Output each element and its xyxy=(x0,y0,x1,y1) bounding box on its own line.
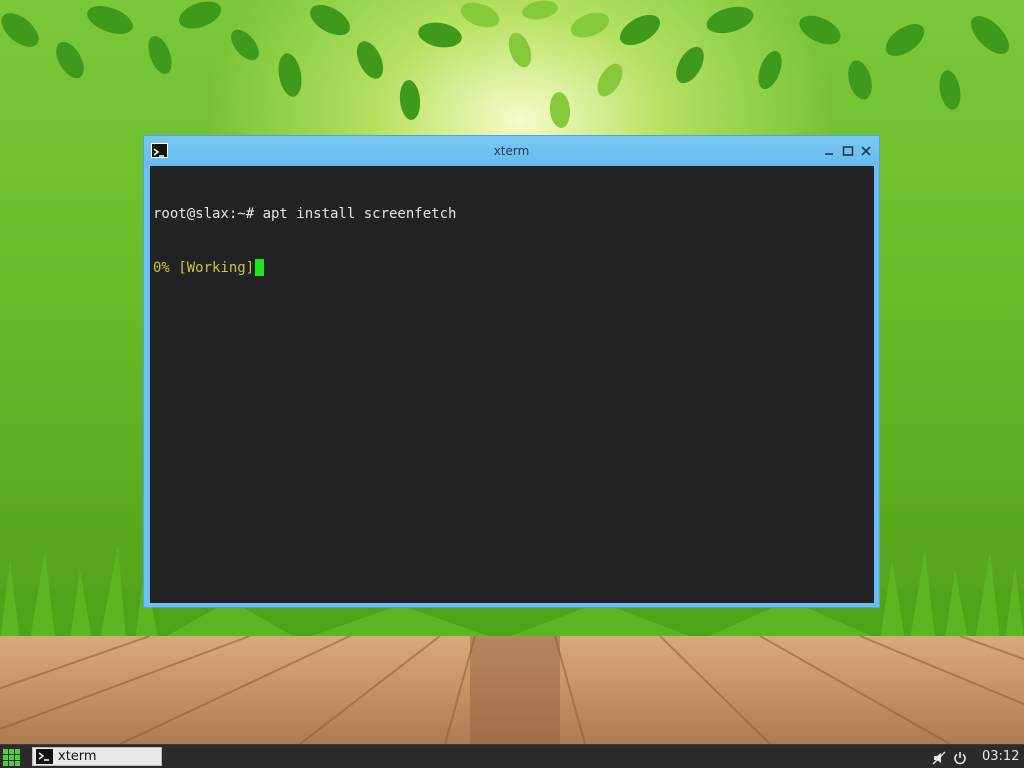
minimize-icon[interactable] xyxy=(822,143,836,157)
maximize-icon[interactable] xyxy=(841,143,855,157)
terminal-command-line: root@slax:~# apt install screenfetch xyxy=(153,206,457,222)
terminal-icon xyxy=(36,749,53,764)
taskbar-item-xterm[interactable]: xterm xyxy=(32,747,162,766)
window-title: xterm xyxy=(493,144,530,158)
mute-icon[interactable] xyxy=(932,750,946,765)
taskbar-item-label: xterm xyxy=(58,749,97,764)
leaves-decoration xyxy=(1,0,1009,128)
taskbar: xterm 03:12 xyxy=(0,744,1024,768)
power-icon[interactable] xyxy=(953,750,967,765)
xterm-window[interactable]: xterm root@slax:~# apt install screenfet… xyxy=(143,135,880,608)
grid-menu-icon[interactable] xyxy=(3,749,20,766)
terminal-area[interactable]: root@slax:~# apt install screenfetch 0% … xyxy=(150,166,874,603)
window-titlebar[interactable]: xterm xyxy=(144,136,879,166)
close-icon[interactable] xyxy=(859,143,873,157)
taskbar-clock[interactable]: 03:12 xyxy=(982,749,1019,764)
terminal-progress-line: 0% [Working] xyxy=(153,259,874,277)
terminal-cursor xyxy=(255,259,265,276)
wooden-floor xyxy=(0,636,1024,744)
terminal-progress-text: 0% [Working] xyxy=(153,260,255,276)
